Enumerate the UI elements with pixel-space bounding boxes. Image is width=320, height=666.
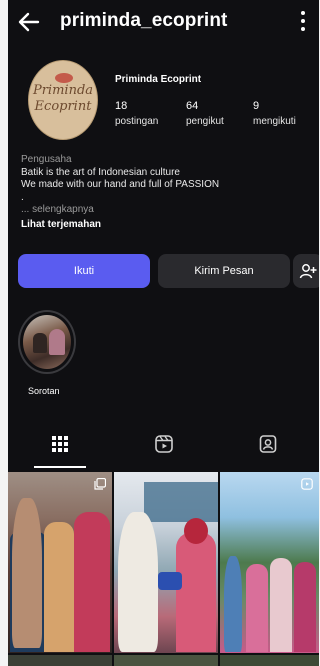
tab-posts-grid[interactable] [8, 420, 112, 468]
posts-label: postingan [115, 116, 159, 127]
bio-line: . [21, 191, 24, 203]
multiple-photos-icon [94, 478, 106, 490]
post-thumbnail[interactable] [220, 655, 319, 666]
display-name: Priminda Ecoprint [115, 74, 202, 85]
more-vertical-icon[interactable] [299, 10, 307, 32]
message-button[interactable]: Kirim Pesan [158, 254, 290, 288]
photo-detail [294, 562, 316, 652]
bio-category: Pengusaha [21, 154, 72, 165]
following-count: 9 [253, 100, 260, 112]
grid-icon [52, 436, 68, 452]
tab-reels[interactable] [112, 420, 216, 468]
suggest-users-button[interactable] [293, 254, 319, 288]
see-translation-link[interactable]: Lihat terjemahan [21, 219, 311, 232]
avatar-logo-flower [55, 73, 73, 83]
photo-detail [184, 518, 208, 544]
photo-detail [118, 512, 158, 652]
add-person-icon [299, 264, 317, 279]
photo-detail [12, 498, 42, 648]
top-bar: priminda_ecoprint [8, 0, 319, 44]
posts-count: 18 [115, 100, 128, 112]
arrow-left-icon[interactable] [16, 9, 42, 35]
profile-screen: priminda_ecoprint Priminda Ecoprint Prim… [8, 0, 319, 666]
reels-icon [155, 435, 173, 453]
reel-icon [301, 478, 313, 490]
highlight-cover-image [23, 315, 71, 369]
tab-tagged[interactable] [216, 420, 319, 468]
posts-stat[interactable]: 18 postingan [115, 99, 158, 131]
post-thumbnail[interactable] [114, 472, 218, 653]
post-thumbnail[interactable] [8, 472, 112, 653]
followers-count: 64 [186, 100, 199, 112]
photo-detail [270, 558, 292, 652]
photo-detail [144, 482, 218, 522]
follow-button[interactable]: Ikuti [18, 254, 150, 288]
post-thumbnail[interactable] [220, 472, 319, 653]
avatar-logo-text-1: Priminda [32, 83, 94, 98]
photo-detail [246, 564, 268, 652]
followers-label: pengikut [186, 116, 224, 127]
tagged-icon [259, 435, 277, 453]
posts-grid [8, 472, 319, 666]
photo-detail [74, 512, 110, 652]
highlight-label: Sorotan [28, 386, 60, 396]
avatar-logo-text-2: Ecoprint [34, 99, 92, 114]
bio-line: We made with our hand and full of PASSIO… [21, 179, 220, 190]
profile-bio: Pengusaha Batik is the art of Indonesian… [21, 154, 311, 231]
profile-tabs [8, 420, 319, 468]
photo-detail [158, 572, 182, 590]
photo-detail [44, 522, 74, 652]
active-tab-indicator [34, 466, 86, 468]
photo-detail [176, 532, 216, 652]
following-stat[interactable]: 9 mengikuti [253, 99, 296, 131]
profile-username: priminda_ecoprint [60, 10, 228, 31]
followers-stat[interactable]: 64 pengikut [186, 99, 224, 131]
bio-line: Batik is the art of Indonesian culture [21, 166, 180, 178]
post-thumbnail[interactable] [8, 655, 112, 666]
bio-see-more-link[interactable]: ... selengkapnya [21, 204, 311, 217]
following-label: mengikuti [253, 116, 296, 127]
profile-avatar[interactable]: Priminda Ecoprint [28, 60, 98, 140]
story-highlight[interactable] [18, 310, 76, 374]
photo-detail [224, 556, 242, 652]
post-thumbnail[interactable] [114, 655, 218, 666]
